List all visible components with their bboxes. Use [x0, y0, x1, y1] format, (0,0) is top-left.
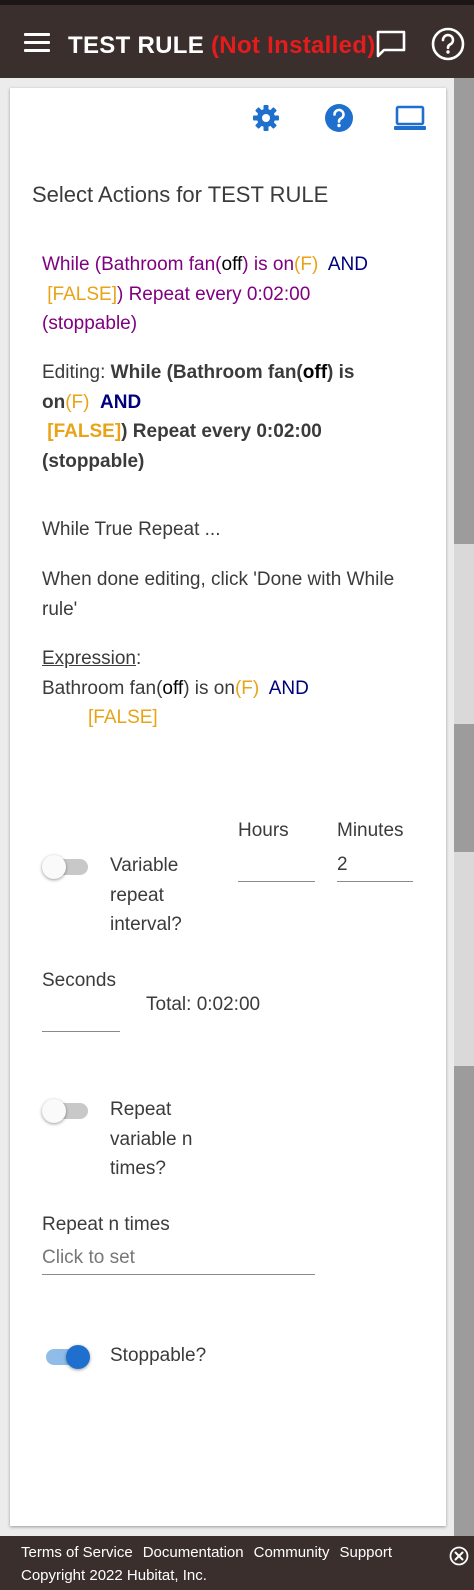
minutes-input[interactable]: 2 — [337, 852, 413, 882]
laptop-icon[interactable] — [394, 104, 426, 132]
top-bar: TEST RULE (Not Installed) — [0, 0, 474, 78]
minutes-label: Minutes — [337, 820, 404, 841]
footer: Terms of Service Documentation Community Su… — [0, 1536, 474, 1590]
editing-summary: Editing: While (Bathroom fan(off) is on(F… — [42, 362, 355, 472]
support-link[interactable]: Support — [339, 1544, 392, 1561]
copyright: Copyright 2022 Hubitat, Inc. — [21, 1567, 207, 1584]
expression-block: Expression: Bathroom fan(off) is on(F) AN… — [42, 648, 309, 728]
scrollbar-segment — [454, 724, 474, 852]
terms-link[interactable]: Terms of Service — [21, 1544, 133, 1561]
page-heading: Select Actions for TEST RULE — [32, 182, 329, 207]
scrollbar-thumb[interactable] — [454, 78, 474, 544]
close-circle-icon[interactable] — [449, 1546, 469, 1566]
while-summary: While (Bathroom fan(off) is on(F) AND [F… — [42, 254, 368, 334]
expression-label: Expression — [42, 648, 136, 669]
done-hint-text: When done editing, click 'Done with Whil… — [42, 569, 395, 620]
hamburger-menu-icon[interactable] — [24, 33, 50, 53]
help-icon[interactable] — [324, 103, 354, 133]
documentation-link[interactable]: Documentation — [143, 1544, 244, 1561]
gear-icon[interactable] — [252, 104, 280, 132]
while-true-text: While True Repeat ... — [42, 519, 221, 540]
footer-links: Terms of Service Documentation Community Su… — [21, 1544, 402, 1561]
chat-icon[interactable] — [375, 29, 407, 61]
install-status: (Not Installed) — [211, 32, 376, 59]
variable-interval-toggle[interactable] — [42, 855, 90, 879]
repeat-n-input[interactable]: Click to set — [42, 1245, 315, 1275]
help-circle-icon[interactable] — [431, 27, 465, 61]
variable-interval-label: Variable repeat interval? — [110, 855, 182, 935]
seconds-input[interactable] — [42, 1002, 120, 1032]
hours-label: Hours — [238, 820, 289, 841]
repeat-variable-label: Repeat variable n times? — [110, 1099, 193, 1179]
rule-name: TEST RULE — [68, 32, 205, 59]
community-link[interactable]: Community — [254, 1544, 330, 1561]
scrollbar-segment — [454, 1066, 474, 1536]
stoppable-toggle[interactable] — [42, 1345, 90, 1369]
hours-input[interactable] — [238, 852, 315, 882]
repeat-n-label: Repeat n times — [42, 1214, 170, 1235]
page-title: TEST RULE (Not Installed) — [68, 32, 376, 60]
repeat-variable-toggle[interactable] — [42, 1099, 90, 1123]
seconds-label: Seconds — [42, 970, 116, 991]
stoppable-label: Stoppable? — [110, 1345, 207, 1366]
total-time: Total: 0:02:00 — [146, 994, 261, 1015]
